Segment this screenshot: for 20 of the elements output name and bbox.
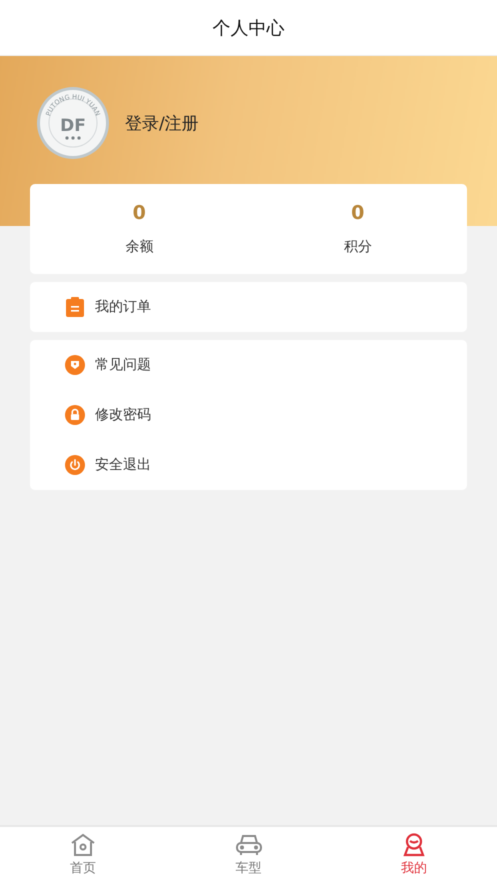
power-icon	[65, 455, 85, 475]
stat-label: 积分	[344, 238, 372, 256]
login-link[interactable]: 登录/注册	[125, 112, 199, 135]
lock-icon	[65, 405, 85, 425]
page-title: 个人中心	[212, 16, 284, 40]
nav-tab[interactable]: 车型	[166, 827, 332, 883]
car-icon	[234, 833, 262, 857]
clipboard-icon	[65, 297, 85, 317]
menu-item[interactable]: 安全退出	[30, 440, 467, 490]
menu-item[interactable]: 我的订单	[30, 282, 467, 332]
menu-item[interactable]: 修改密码	[30, 390, 467, 440]
nav-tab[interactable]: 我的	[331, 827, 497, 883]
question-icon	[65, 355, 85, 375]
stat-value: 0	[132, 202, 146, 224]
stat-value: 0	[351, 202, 364, 224]
person-icon	[402, 833, 426, 857]
home-icon	[70, 833, 96, 857]
menu-item[interactable]: 常见问题	[30, 340, 467, 390]
stat-label: 余额	[125, 238, 154, 256]
nav-tab[interactable]: 首页	[0, 827, 166, 883]
